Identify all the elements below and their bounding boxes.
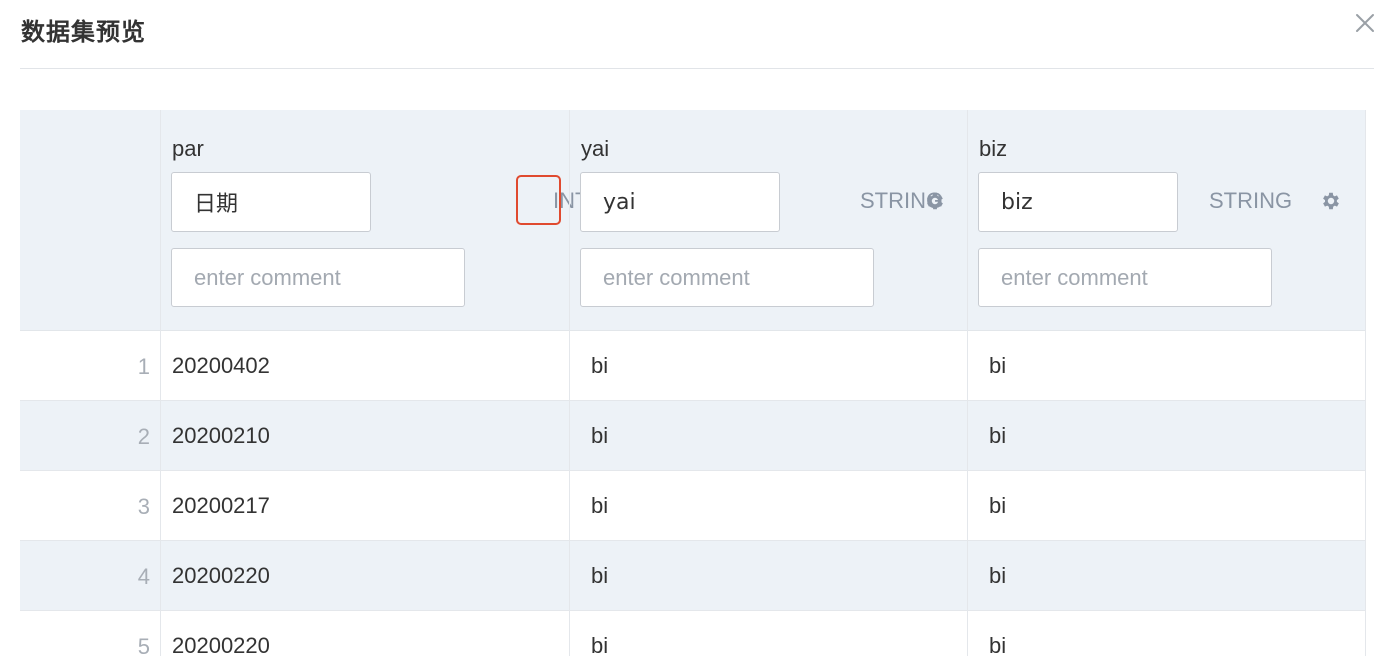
table-cell: 20200217 <box>172 493 270 518</box>
column-type-label: STRING <box>1209 188 1293 213</box>
column-divider <box>1365 110 1366 656</box>
column-comment-input[interactable] <box>171 248 465 307</box>
row-number: 2 <box>137 424 150 449</box>
table-row: 1 20200402 bi bi <box>20 331 1366 401</box>
column-alias-input[interactable] <box>978 172 1178 232</box>
dialog-title: 数据集预览 <box>21 18 146 46</box>
column-alias-input[interactable] <box>171 172 371 232</box>
column-divider <box>569 110 570 656</box>
preview-table: 1 20200402 bi bi 2 20200210 bi bi 3 20200217 bi bi 4… <box>20 110 1374 656</box>
table-cell: bi <box>989 563 1007 588</box>
column-header-par: parINT_DATE <box>160 110 686 331</box>
column-header-yai: yaiSTRING <box>569 110 967 331</box>
table-cell: bi <box>989 423 1007 448</box>
table-cell: bi <box>591 563 609 588</box>
row-number: 1 <box>137 354 150 379</box>
close-icon <box>1356 14 1374 32</box>
gear-icon[interactable] <box>924 190 946 212</box>
column-comment-input[interactable] <box>580 248 874 307</box>
column-name: biz <box>979 136 1008 161</box>
table-cell: bi <box>591 423 609 448</box>
column-header-biz: biz STRING <box>967 110 1365 331</box>
table-cell: bi <box>591 353 609 378</box>
column-alias-input[interactable] <box>580 172 780 232</box>
table-row: 3 20200217 bi bi <box>20 471 1366 541</box>
table-row: 5 20200220 bi bi <box>20 611 1366 656</box>
table-row: 2 20200210 bi bi <box>20 401 1366 471</box>
table-cell: bi <box>591 633 609 656</box>
column-comment-input[interactable] <box>978 248 1272 307</box>
header-divider <box>20 68 1374 69</box>
table-cell: 20200220 <box>172 633 270 656</box>
table-row: 4 20200220 bi bi <box>20 541 1366 611</box>
table-cell: bi <box>989 493 1007 518</box>
row-number: 5 <box>137 634 150 656</box>
table-cell: bi <box>989 633 1007 656</box>
table-cell: bi <box>989 353 1007 378</box>
table-cell: 20200220 <box>172 563 270 588</box>
close-button[interactable] <box>1350 8 1380 38</box>
row-number: 4 <box>137 564 150 589</box>
column-name: par <box>172 136 204 161</box>
column-divider <box>160 110 161 656</box>
row-number: 3 <box>137 494 150 519</box>
column-divider <box>967 110 968 656</box>
table-cell: 20200210 <box>172 423 270 448</box>
table-cell: bi <box>591 493 609 518</box>
gear-icon[interactable] <box>1320 190 1342 212</box>
column-name: yai <box>581 136 610 161</box>
table-cell: 20200402 <box>172 353 270 378</box>
